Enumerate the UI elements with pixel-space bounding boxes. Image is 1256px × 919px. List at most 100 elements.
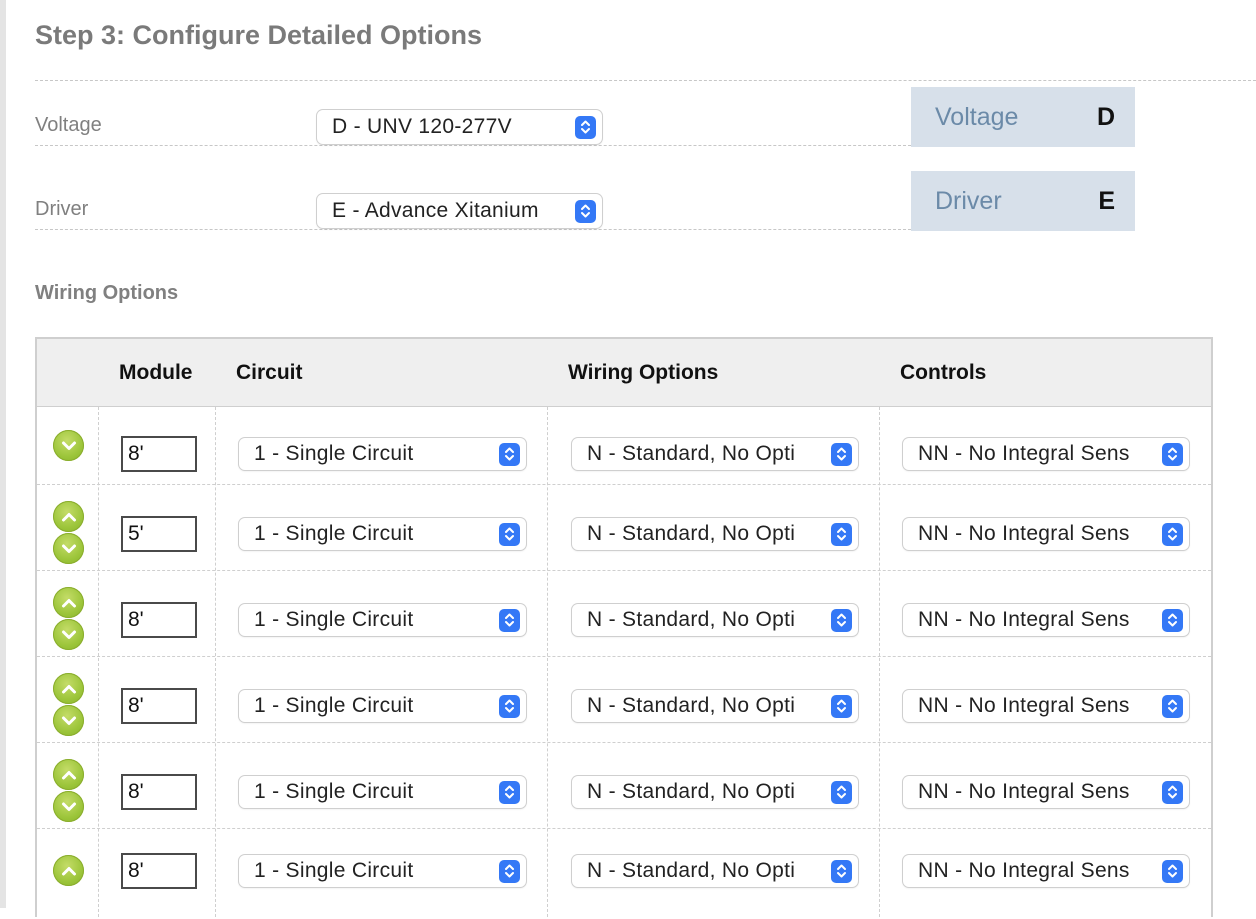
option-row-driver: Driver E - Advance Xitanium — [35, 190, 911, 230]
select-stepper-icon — [499, 442, 520, 466]
wiring-option-select[interactable]: N - Standard, No Opti — [572, 776, 858, 808]
move-up-icon[interactable] — [53, 855, 84, 886]
select-stepper-icon — [831, 780, 852, 804]
select-stepper-icon — [1162, 694, 1183, 718]
driver-select[interactable]: E - Advance Xitanium — [317, 194, 602, 228]
voltage-summary-code: D — [1096, 102, 1115, 131]
controls-select[interactable]: NN - No Integral Sens — [903, 518, 1189, 550]
module-input[interactable] — [121, 853, 197, 889]
column-header-circuit: Circuit — [236, 361, 303, 384]
controls-select-value: NN - No Integral Sens — [918, 522, 1130, 545]
select-stepper-icon — [1162, 780, 1183, 804]
wiring-option-select-value: N - Standard, No Opti — [587, 442, 796, 465]
left-border — [0, 0, 6, 908]
select-stepper-icon — [499, 522, 520, 546]
table-row: 1 - Single Circuit N - Standard, No Opti N… — [37, 407, 1211, 485]
move-down-icon[interactable] — [53, 791, 84, 822]
circuit-select[interactable]: 1 - Single Circuit — [239, 690, 526, 722]
controls-select-value: NN - No Integral Sens — [918, 859, 1130, 882]
select-stepper-icon — [831, 442, 852, 466]
move-down-icon[interactable] — [53, 705, 84, 736]
voltage-label: Voltage — [35, 114, 102, 136]
select-stepper-icon — [1162, 859, 1183, 883]
option-row-voltage: Voltage D - UNV 120-277V — [35, 106, 911, 146]
move-up-icon[interactable] — [53, 587, 84, 618]
driver-select-value: E - Advance Xitanium — [332, 199, 539, 222]
controls-select[interactable]: NN - No Integral Sens — [903, 438, 1189, 470]
voltage-select[interactable]: D - UNV 120-277V — [317, 110, 602, 144]
wiring-option-select-value: N - Standard, No Opti — [587, 522, 796, 545]
wiring-options-heading: Wiring Options — [35, 282, 179, 304]
select-stepper-icon — [831, 859, 852, 883]
circuit-select[interactable]: 1 - Single Circuit — [239, 604, 526, 636]
move-down-icon[interactable] — [53, 533, 84, 564]
select-stepper-icon — [499, 694, 520, 718]
circuit-select-value: 1 - Single Circuit — [254, 694, 414, 717]
module-input[interactable] — [121, 602, 197, 638]
circuit-select-value: 1 - Single Circuit — [254, 442, 414, 465]
voltage-select-value: D - UNV 120-277V — [332, 115, 512, 138]
wiring-option-select-value: N - Standard, No Opti — [587, 859, 796, 882]
controls-select-value: NN - No Integral Sens — [918, 780, 1130, 803]
wiring-option-select[interactable]: N - Standard, No Opti — [572, 604, 858, 636]
wiring-option-select-value: N - Standard, No Opti — [587, 694, 796, 717]
driver-summary: Driver E — [911, 171, 1135, 231]
move-up-icon[interactable] — [53, 759, 84, 790]
select-stepper-icon — [499, 859, 520, 883]
driver-summary-label: Driver — [935, 186, 1002, 215]
wiring-option-select-value: N - Standard, No Opti — [587, 780, 796, 803]
driver-label: Driver — [35, 198, 89, 220]
title-divider — [35, 80, 1256, 81]
select-stepper-icon — [499, 608, 520, 632]
wiring-option-select[interactable]: N - Standard, No Opti — [572, 518, 858, 550]
table-row: 1 - Single Circuit N - Standard, No Opti N… — [37, 485, 1211, 571]
wiring-option-select[interactable]: N - Standard, No Opti — [572, 855, 858, 887]
table-row: 1 - Single Circuit N - Standard, No Opti N… — [37, 657, 1211, 743]
circuit-select[interactable]: 1 - Single Circuit — [239, 855, 526, 887]
select-stepper-icon — [575, 199, 596, 223]
column-header-module: Module — [119, 361, 193, 384]
table-row: 1 - Single Circuit N - Standard, No Opti N… — [37, 829, 1211, 919]
controls-select-value: NN - No Integral Sens — [918, 442, 1130, 465]
circuit-select[interactable]: 1 - Single Circuit — [239, 518, 526, 550]
circuit-select[interactable]: 1 - Single Circuit — [239, 438, 526, 470]
select-stepper-icon — [575, 115, 596, 139]
controls-select[interactable]: NN - No Integral Sens — [903, 776, 1189, 808]
table-row: 1 - Single Circuit N - Standard, No Opti N… — [37, 743, 1211, 829]
move-down-icon[interactable] — [53, 619, 84, 650]
select-stepper-icon — [831, 608, 852, 632]
voltage-summary: Voltage D — [911, 87, 1135, 147]
wiring-option-select-value: N - Standard, No Opti — [587, 608, 796, 631]
circuit-select-value: 1 - Single Circuit — [254, 608, 414, 631]
wiring-options-table: Module Circuit Wiring Options Controls 1… — [35, 337, 1213, 917]
module-input[interactable] — [121, 774, 197, 810]
circuit-select-value: 1 - Single Circuit — [254, 522, 414, 545]
move-up-icon[interactable] — [53, 673, 84, 704]
wiring-option-select[interactable]: N - Standard, No Opti — [572, 690, 858, 722]
controls-select-value: NN - No Integral Sens — [918, 694, 1130, 717]
voltage-summary-label: Voltage — [935, 102, 1019, 131]
move-up-icon[interactable] — [53, 501, 84, 532]
select-stepper-icon — [1162, 442, 1183, 466]
select-stepper-icon — [1162, 608, 1183, 632]
driver-summary-code: E — [1098, 186, 1115, 215]
module-input[interactable] — [121, 436, 197, 472]
select-stepper-icon — [831, 694, 852, 718]
circuit-select[interactable]: 1 - Single Circuit — [239, 776, 526, 808]
column-header-controls: Controls — [900, 361, 987, 384]
select-stepper-icon — [499, 780, 520, 804]
table-header: Module Circuit Wiring Options Controls — [37, 339, 1211, 407]
wiring-option-select[interactable]: N - Standard, No Opti — [572, 438, 858, 470]
controls-select-value: NN - No Integral Sens — [918, 608, 1130, 631]
move-down-icon[interactable] — [53, 430, 84, 461]
select-stepper-icon — [1162, 522, 1183, 546]
module-input[interactable] — [121, 688, 197, 724]
select-stepper-icon — [831, 522, 852, 546]
table-row: 1 - Single Circuit N - Standard, No Opti N… — [37, 571, 1211, 657]
module-input[interactable] — [121, 516, 197, 552]
controls-select[interactable]: NN - No Integral Sens — [903, 690, 1189, 722]
column-header-wiring-options: Wiring Options — [568, 361, 719, 384]
page-title: Step 3: Configure Detailed Options — [35, 20, 483, 50]
controls-select[interactable]: NN - No Integral Sens — [903, 855, 1189, 887]
controls-select[interactable]: NN - No Integral Sens — [903, 604, 1189, 636]
